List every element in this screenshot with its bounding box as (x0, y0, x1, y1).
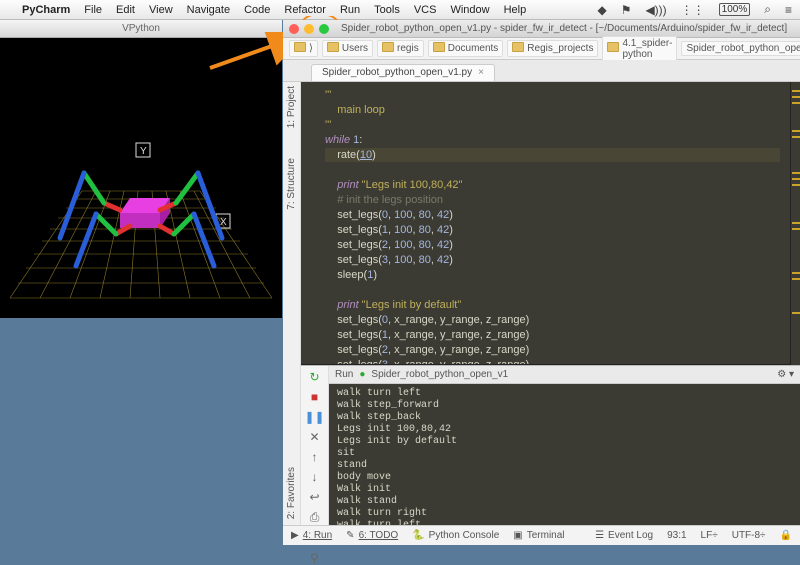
bottom-python-console[interactable]: 🐍 Python Console (412, 530, 499, 541)
lock-icon[interactable]: 🔒 (780, 530, 792, 541)
up-icon[interactable]: ↑ (312, 450, 318, 464)
bottom-run[interactable]: ▶ 4: Run (291, 530, 332, 541)
run-console-output[interactable]: walk turn left walk step_forward walk st… (329, 384, 800, 525)
nav-home[interactable]: ⟩ (289, 40, 318, 57)
tool-window-left-bar: 1: Project 7: Structure 2: Favorites (283, 82, 301, 525)
run-tool-title[interactable]: Run ● Spider_robot_python_open_v1 ⚙ ▾ (329, 366, 800, 384)
vpython-scene: Y X (0, 38, 282, 318)
bottom-tool-bar: ▶ 4: Run ✎ 6: TODO 🐍 Python Console ▣ Te… (283, 525, 800, 545)
menu-refactor[interactable]: Refactor (284, 4, 326, 16)
error-stripe[interactable] (790, 82, 800, 365)
print-icon[interactable]: ⎙ (310, 510, 320, 525)
folder-icon (512, 42, 524, 55)
breadcrumb-regis[interactable]: regis (377, 40, 424, 57)
tab-label: Spider_robot_python_open_v1.py (322, 67, 472, 78)
menu-help[interactable]: Help (504, 4, 527, 16)
menu-app-name[interactable]: PyCharm (22, 4, 70, 16)
axis-x-label: X (220, 217, 227, 228)
folder-icon (382, 42, 394, 55)
pause-icon[interactable]: ❚❚ (304, 410, 324, 424)
folder-icon (433, 42, 445, 55)
window-close-icon[interactable] (289, 24, 299, 34)
file-encoding[interactable]: UTF-8÷ (732, 530, 766, 541)
breadcrumb-file[interactable]: Spider_robot_python_open_v1 (681, 41, 800, 56)
settings-icon[interactable]: ⚙ ▾ (777, 369, 794, 380)
folder-icon (327, 42, 339, 55)
menu-edit[interactable]: Edit (116, 4, 135, 16)
tab-close-icon[interactable]: × (478, 67, 484, 78)
folder-icon (607, 42, 619, 55)
battery-indicator[interactable]: 100% (719, 3, 751, 16)
stop-icon[interactable]: ■ (311, 390, 318, 404)
pin-icon[interactable]: ⚲ (310, 551, 319, 565)
run-toolbar: ↻ ■ ❚❚ ✕ ↑ ↓ ↩ ⎙ ⌫ ⚲ (301, 366, 329, 525)
soft-wrap-icon[interactable]: ↩ (309, 490, 319, 504)
run-tool-prefix: Run (335, 369, 353, 380)
vpython-canvas[interactable]: Y X (0, 38, 282, 318)
menu-vcs[interactable]: VCS (414, 4, 437, 16)
notification-icon[interactable]: ≡ (785, 3, 792, 17)
run-config-name: Spider_robot_python_open_v1 (371, 369, 508, 380)
editor-tab-active[interactable]: Spider_robot_python_open_v1.py × (311, 64, 495, 81)
mac-menubar: PyCharm File Edit View Navigate Code Ref… (0, 0, 800, 20)
axis-y-label: Y (140, 146, 147, 157)
window-minimize-icon[interactable] (304, 24, 314, 34)
close-icon[interactable]: ✕ (309, 430, 319, 444)
menu-view[interactable]: View (149, 4, 173, 16)
down-icon[interactable]: ↓ (312, 470, 318, 484)
code-editor[interactable]: ''' main loop ''' while 1: rate(10) prin… (301, 82, 790, 365)
window-zoom-icon[interactable] (319, 24, 329, 34)
tool-window-project[interactable]: 1: Project (286, 86, 297, 128)
menu-tools[interactable]: Tools (374, 4, 400, 16)
editor-tabs: Spider_robot_python_open_v1.py × (283, 60, 800, 82)
bottom-terminal[interactable]: ▣ Terminal (513, 530, 564, 541)
navigation-toolbar: ⟩ Users regis Documents Regis_projects 4… (283, 38, 800, 60)
bluetooth-icon[interactable]: ⚑ (621, 3, 632, 17)
breadcrumb-documents[interactable]: Documents (428, 40, 504, 57)
menu-window[interactable]: Window (450, 4, 489, 16)
tool-window-structure[interactable]: 7: Structure (286, 158, 297, 210)
breadcrumb-regis-projects[interactable]: Regis_projects (507, 40, 598, 57)
spotlight-icon[interactable]: ⌕ (764, 2, 771, 17)
window-title: Spider_robot_python_open_v1.py - spider_… (341, 23, 794, 34)
folder-icon (294, 42, 306, 55)
menu-run[interactable]: Run (340, 4, 360, 16)
menu-navigate[interactable]: Navigate (187, 4, 230, 16)
volume-icon[interactable]: ◀))) (645, 3, 666, 17)
breadcrumb-users[interactable]: Users (322, 40, 373, 57)
wifi-icon[interactable]: ⋮⋮ (681, 3, 705, 17)
pycharm-window: Spider_robot_python_open_v1.py - spider_… (283, 20, 800, 545)
menu-code[interactable]: Code (244, 4, 270, 16)
run-tool-window: ↻ ■ ❚❚ ✕ ↑ ↓ ↩ ⎙ ⌫ ⚲ Run ● Spider_robot_… (301, 365, 800, 525)
event-log[interactable]: ☰ Event Log (595, 530, 653, 541)
menu-file[interactable]: File (84, 4, 102, 16)
tool-window-favorites[interactable]: 2: Favorites (286, 467, 297, 519)
traffic-lights[interactable] (289, 24, 329, 34)
rerun-icon[interactable]: ↻ (309, 370, 319, 384)
cursor-position: 93:1 (667, 530, 686, 541)
run-status-icon: ● (359, 369, 365, 380)
line-separator[interactable]: LF÷ (701, 530, 718, 541)
dropbox-icon[interactable]: ◆ (597, 3, 606, 17)
breadcrumb-spider-python[interactable]: 4.1_spider-python (602, 36, 677, 62)
bottom-todo[interactable]: ✎ 6: TODO (346, 530, 398, 541)
pycharm-titlebar[interactable]: Spider_robot_python_open_v1.py - spider_… (283, 20, 800, 38)
